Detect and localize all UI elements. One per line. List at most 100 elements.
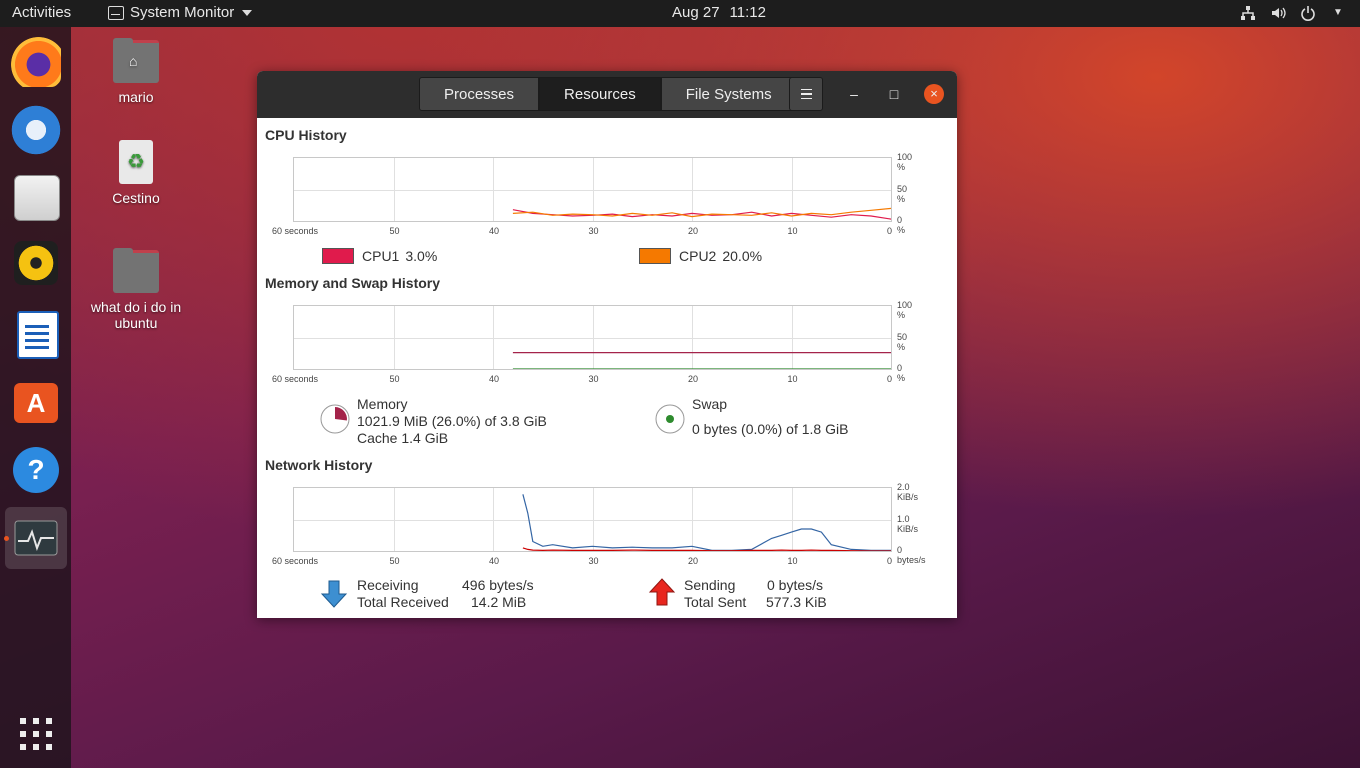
network-section-title: Network History <box>265 457 373 473</box>
network-series-receiving-line <box>522 494 891 551</box>
desktop-icon-label: Cestino <box>112 190 160 206</box>
app-menu-label: System Monitor <box>130 4 235 21</box>
dock: A ? <box>0 27 71 768</box>
memory-x-tick-label: 50 <box>389 374 400 384</box>
show-applications-icon[interactable] <box>20 718 52 750</box>
swap-pie-icon[interactable] <box>654 403 686 435</box>
swap-label: Swap <box>692 396 728 412</box>
files-icon[interactable] <box>14 175 60 221</box>
system-menu-chevron-down-icon[interactable]: ▼ <box>1330 5 1346 21</box>
thunderbird-icon[interactable] <box>11 105 61 155</box>
activities-button[interactable]: Activities <box>12 4 71 21</box>
memory-info: Memory 1021.9 MiB (26.0%) of 3.8 GiB Cac… <box>357 396 547 447</box>
cpu2-color-swatch[interactable] <box>639 248 671 264</box>
close-button[interactable]: × <box>924 84 944 104</box>
system-monitor-icon[interactable] <box>5 507 67 569</box>
folder-icon <box>113 248 159 293</box>
system-monitor-pulse-icon <box>14 520 58 556</box>
cpu-plot <box>512 207 891 220</box>
system-tray[interactable]: ▼ <box>1240 5 1346 21</box>
network-x-tick-label: 0 <box>887 556 893 566</box>
total-received-value: 14.2 MiB <box>471 594 527 610</box>
network-y-tick-label: 0 bytes/s <box>897 545 926 565</box>
tab-processes[interactable]: Processes <box>419 77 540 111</box>
total-sent-value: 577.3 KiB <box>766 594 827 610</box>
cpu1-color-swatch[interactable] <box>322 248 354 264</box>
cpu-y-tick-label: 50 % <box>897 183 908 204</box>
sending-arrow-icon[interactable] <box>647 577 677 607</box>
top-bar: Activities System Monitor Aug 27 11:12 ▼ <box>0 0 1360 27</box>
sending-value: 0 bytes/s <box>767 577 824 593</box>
cpu-y-tick-label: 100 % <box>897 152 913 172</box>
memory-x-tick-label: 0 <box>887 374 893 384</box>
memory-label: Memory <box>357 396 408 412</box>
memory-x-tick-label: 40 <box>489 374 500 384</box>
volume-icon[interactable] <box>1270 5 1286 21</box>
network-icon[interactable] <box>1240 5 1256 21</box>
memory-value: 1021.9 MiB (26.0%) of 3.8 GiB <box>357 413 547 429</box>
view-switcher: Processes Resources File Systems <box>419 77 797 111</box>
receiving-value: 496 bytes/s <box>462 577 534 593</box>
network-x-tick-label: 50 <box>389 556 400 566</box>
home-folder-icon: ⌂ <box>113 38 159 83</box>
system-monitor-window: Processes Resources File Systems – □ × C… <box>257 71 957 618</box>
receiving-info: Receiving 496 bytes/s Total Received 14.2 … <box>357 577 534 611</box>
cpu-x-tick-label: 10 <box>787 226 798 236</box>
network-y-tick-label: 2.0 KiB/s <box>897 482 919 502</box>
sending-label: Sending <box>684 577 736 593</box>
cpu1-legend: CPU1 3.0% <box>322 248 437 264</box>
firefox-icon[interactable] <box>11 37 61 87</box>
clock-time: 11:12 <box>729 4 766 21</box>
network-graph: 60 seconds 50 40 30 20 10 0 2.0 KiB/s 1.0 KiB/s 0… <box>272 482 926 566</box>
chevron-down-icon <box>242 9 253 16</box>
hamburger-menu-icon[interactable] <box>789 77 823 111</box>
network-plot <box>522 494 891 551</box>
rhythmbox-icon[interactable] <box>14 241 58 285</box>
memory-x-tick-label: 60 seconds <box>272 374 319 384</box>
cpu-section-title: CPU History <box>265 127 347 143</box>
total-received-label: Total Received <box>357 594 449 610</box>
memory-x-tick-label: 20 <box>688 374 699 384</box>
trash-icon: ♻ <box>119 140 153 184</box>
cpu-x-tick-label: 20 <box>688 226 699 236</box>
cpu-x-tick-label: 30 <box>588 226 599 236</box>
receiving-label: Receiving <box>357 577 419 593</box>
help-icon[interactable]: ? <box>13 447 59 493</box>
memory-graph: 60 seconds 50 40 30 20 10 0 100 % 50 % 0 % <box>272 300 912 384</box>
tab-resources[interactable]: Resources <box>539 77 661 111</box>
cpu2-name: CPU2 <box>679 248 717 264</box>
cpu2-legend: CPU2 20.0% <box>639 248 762 264</box>
sending-info: Sending 0 bytes/s Total Sent 577.3 KiB <box>684 577 827 611</box>
header-bar: Processes Resources File Systems – □ × <box>257 71 957 118</box>
cpu2-value: 20.0% <box>722 248 763 264</box>
memory-y-tick-label: 50 % <box>897 331 908 352</box>
network-x-tick-label: 30 <box>588 556 599 566</box>
maximize-button[interactable]: □ <box>884 84 904 104</box>
memory-pie-icon[interactable] <box>319 403 351 435</box>
tab-file-systems[interactable]: File Systems <box>660 77 797 111</box>
desktop-icon-home[interactable]: ⌂ mario <box>86 38 186 105</box>
cpu-x-tick-label: 60 seconds <box>272 226 319 236</box>
memory-section-title: Memory and Swap History <box>265 275 441 291</box>
desktop-icon-folder[interactable]: what do i do in ubuntu <box>86 248 186 331</box>
network-x-tick-label: 60 seconds <box>272 556 319 566</box>
memory-y-tick-label: 0 % <box>897 363 906 383</box>
swap-info: Swap 0 bytes (0.0%) of 1.8 GiB <box>692 396 848 438</box>
minimize-button[interactable]: – <box>844 84 864 104</box>
network-x-tick-label: 20 <box>688 556 699 566</box>
cpu1-value: 3.0% <box>405 248 438 264</box>
memory-x-tick-label: 30 <box>588 374 599 384</box>
cpu-x-tick-label: 50 <box>389 226 400 236</box>
app-menu[interactable]: System Monitor <box>108 4 253 21</box>
system-monitor-small-icon <box>108 5 124 20</box>
cpu-x-tick-label: 40 <box>489 226 500 236</box>
desktop-icon-trash[interactable]: ♻ Cestino <box>86 140 186 206</box>
desktop-icon-label: mario <box>118 89 154 105</box>
receiving-arrow-icon[interactable] <box>319 579 349 609</box>
ubuntu-software-icon[interactable]: A <box>14 383 58 423</box>
libreoffice-writer-icon[interactable] <box>17 311 59 359</box>
memory-x-tick-label: 10 <box>787 374 798 384</box>
power-icon[interactable] <box>1300 5 1316 21</box>
clock[interactable]: Aug 27 11:12 <box>672 4 776 21</box>
cpu-graph: 60 seconds 50 40 30 20 10 0 100 % 50 % 0 % <box>272 152 912 236</box>
